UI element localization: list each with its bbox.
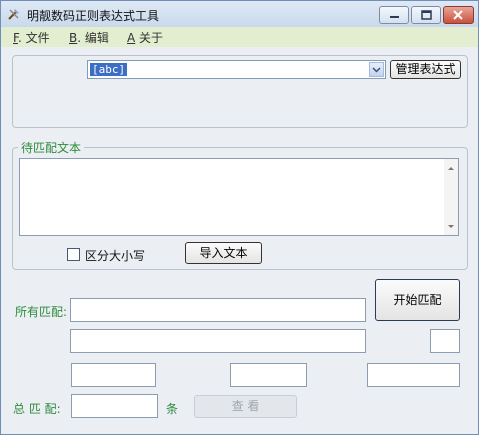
unit-label: 条 [166, 402, 179, 416]
small-field[interactable] [430, 329, 460, 353]
scroll-arrows-icon [448, 167, 454, 228]
result-field-3[interactable] [367, 363, 460, 387]
maximize-icon [421, 10, 432, 20]
view-button[interactable]: 查 看 [194, 395, 297, 418]
all-matches-field-2[interactable] [70, 329, 366, 353]
result-field-2[interactable] [230, 363, 307, 387]
minimize-button[interactable] [379, 6, 409, 24]
total-matches-field[interactable] [71, 394, 158, 418]
close-icon [453, 10, 463, 20]
vertical-scrollbar[interactable] [444, 159, 458, 235]
all-matches-label: 所有匹配: [15, 305, 68, 319]
chevron-down-icon[interactable] [369, 62, 384, 77]
text-panel-legend: 待匹配文本 [18, 139, 85, 156]
close-button[interactable] [443, 6, 474, 24]
total-matches-label: 总 匹 配: [13, 402, 61, 416]
menu-file[interactable]: F. 文件 [13, 29, 50, 46]
maximize-button[interactable] [411, 6, 441, 24]
menu-edit[interactable]: B. 编辑 [69, 29, 109, 46]
app-window: 明靓数码正则表达式工具 F. 文件 B. 编辑 A 关于 [abc] 管理表达式… [0, 0, 479, 435]
pattern-combobox[interactable]: [abc] [87, 60, 386, 79]
menu-bar: F. 文件 B. 编辑 A 关于 [1, 27, 478, 47]
case-sensitive-label: 区分大小写 [85, 249, 146, 263]
manage-expressions-button[interactable]: 管理表达式 [390, 60, 461, 79]
minimize-icon [390, 16, 399, 18]
match-text-area[interactable] [19, 158, 459, 236]
all-matches-field-1[interactable] [70, 298, 366, 322]
case-sensitive-checkbox[interactable] [67, 248, 80, 261]
pattern-value: [abc] [90, 63, 128, 76]
tools-icon [8, 9, 19, 20]
window-title: 明靓数码正则表达式工具 [27, 9, 160, 23]
menu-about[interactable]: A 关于 [127, 29, 163, 46]
result-field-1[interactable] [71, 363, 156, 387]
import-text-button[interactable]: 导入文本 [185, 242, 262, 264]
start-match-button[interactable]: 开始匹配 [375, 279, 460, 321]
title-bar[interactable]: 明靓数码正则表达式工具 [1, 1, 478, 27]
